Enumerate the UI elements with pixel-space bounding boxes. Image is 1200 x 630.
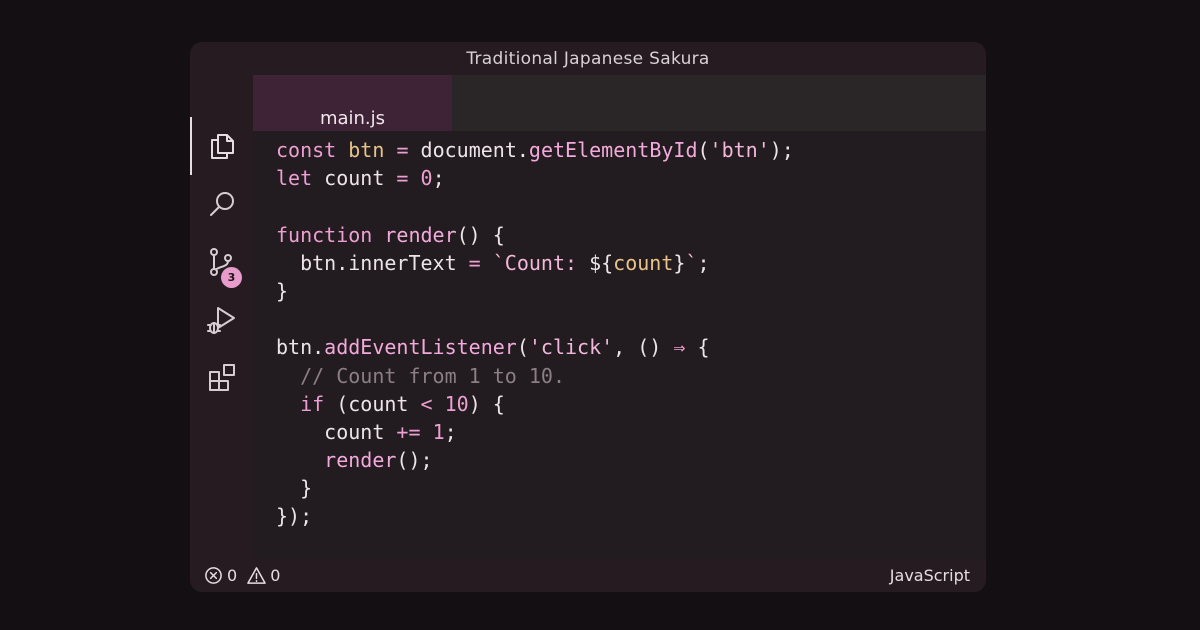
code-content[interactable]: const btn = document.getElementById('btn… [276,136,986,531]
activity-run-debug[interactable] [190,291,253,349]
code-token: , () [613,335,674,360]
code-token: 10 [444,391,469,416]
code-token: } [673,250,686,275]
run-debug-icon [206,307,235,334]
code-token: (count [324,391,421,416]
code-token: btn [348,138,385,162]
code-token: ` [685,250,698,275]
code-token: const [276,138,337,162]
code-token: = [468,250,481,275]
code-token: function [276,222,373,247]
activity-search[interactable] [190,175,253,233]
activity-source-control[interactable]: 3 [190,233,253,291]
code-token: ); [769,138,794,162]
code-line: }); [276,502,986,530]
code-token: 'btn' [709,138,770,162]
code-token: ; [444,419,457,444]
code-token: { [685,335,710,360]
code-token: } [276,278,289,303]
code-token: render [324,448,397,473]
code-token: ; [697,250,710,275]
code-token: btn. [276,335,325,360]
code-token: // Count from 1 to 10. [300,363,565,388]
error-count: 0 [227,566,238,585]
code-token: count [276,419,397,444]
code-token: () { [456,222,505,247]
error-icon [205,567,222,584]
code-token: ${ [589,250,614,275]
code-line: const btn = document.getElementById('btn… [276,136,986,164]
code-line: count += 1; [276,418,986,446]
editor-window: Traditional Japanese Sakura main.js 3 co… [190,42,986,592]
code-line: if (count < 10) { [276,390,986,418]
code-line: function render() { [276,221,986,249]
code-token: 'click' [528,335,614,360]
code-token: ; [432,166,445,191]
code-token: 0 [420,166,433,191]
code-editor[interactable]: const btn = document.getElementById('btn… [253,131,986,559]
code-line: } [276,277,986,305]
status-bar: 0 0 JavaScript [190,559,986,592]
code-line: } [276,474,986,502]
code-token: }); [276,504,313,529]
code-line: let count = 0; [276,164,986,192]
window-title: Traditional Japanese Sakura [466,48,710,69]
code-token: ) { [468,391,505,416]
activity-explorer[interactable] [190,117,253,175]
code-line: btn.innerText = `Count: ${count}`; [276,249,986,277]
code-token: addEventListener [324,335,517,360]
warning-count: 0 [270,566,281,585]
warning-icon [247,567,266,584]
code-token: count [613,250,674,275]
activity-bar: 3 [190,117,253,592]
code-token: `Count: [492,250,590,275]
problems-indicator[interactable]: 0 0 [204,566,286,585]
language-mode[interactable]: JavaScript [890,566,970,585]
code-token: if [300,391,325,416]
code-token: = [396,138,409,162]
files-icon [210,134,234,159]
code-line: btn.addEventListener('click', () ⇒ { [276,333,986,361]
activity-extensions[interactable] [190,349,253,407]
code-token: 1 [432,419,445,444]
code-token: getElementById [528,138,698,162]
code-token: (); [396,448,433,473]
code-token: += [396,419,421,444]
code-line: render(); [276,446,986,474]
code-token: let [276,166,313,191]
extensions-icon [208,364,235,391]
code-token: ( [516,335,529,360]
code-token: document. [408,138,529,162]
code-token: } [276,476,313,501]
code-token: < [420,391,433,416]
code-token: ⇒ [673,335,686,360]
code-token: = [396,166,409,191]
tab-label: main.js [319,108,386,129]
code-token: render [384,222,457,247]
code-token: ( [697,138,710,162]
code-token: btn.innerText [276,250,469,275]
code-token: count [312,166,397,191]
code-line: // Count from 1 to 10. [276,362,986,390]
source-control-badge: 3 [221,267,242,288]
search-icon [209,192,234,216]
